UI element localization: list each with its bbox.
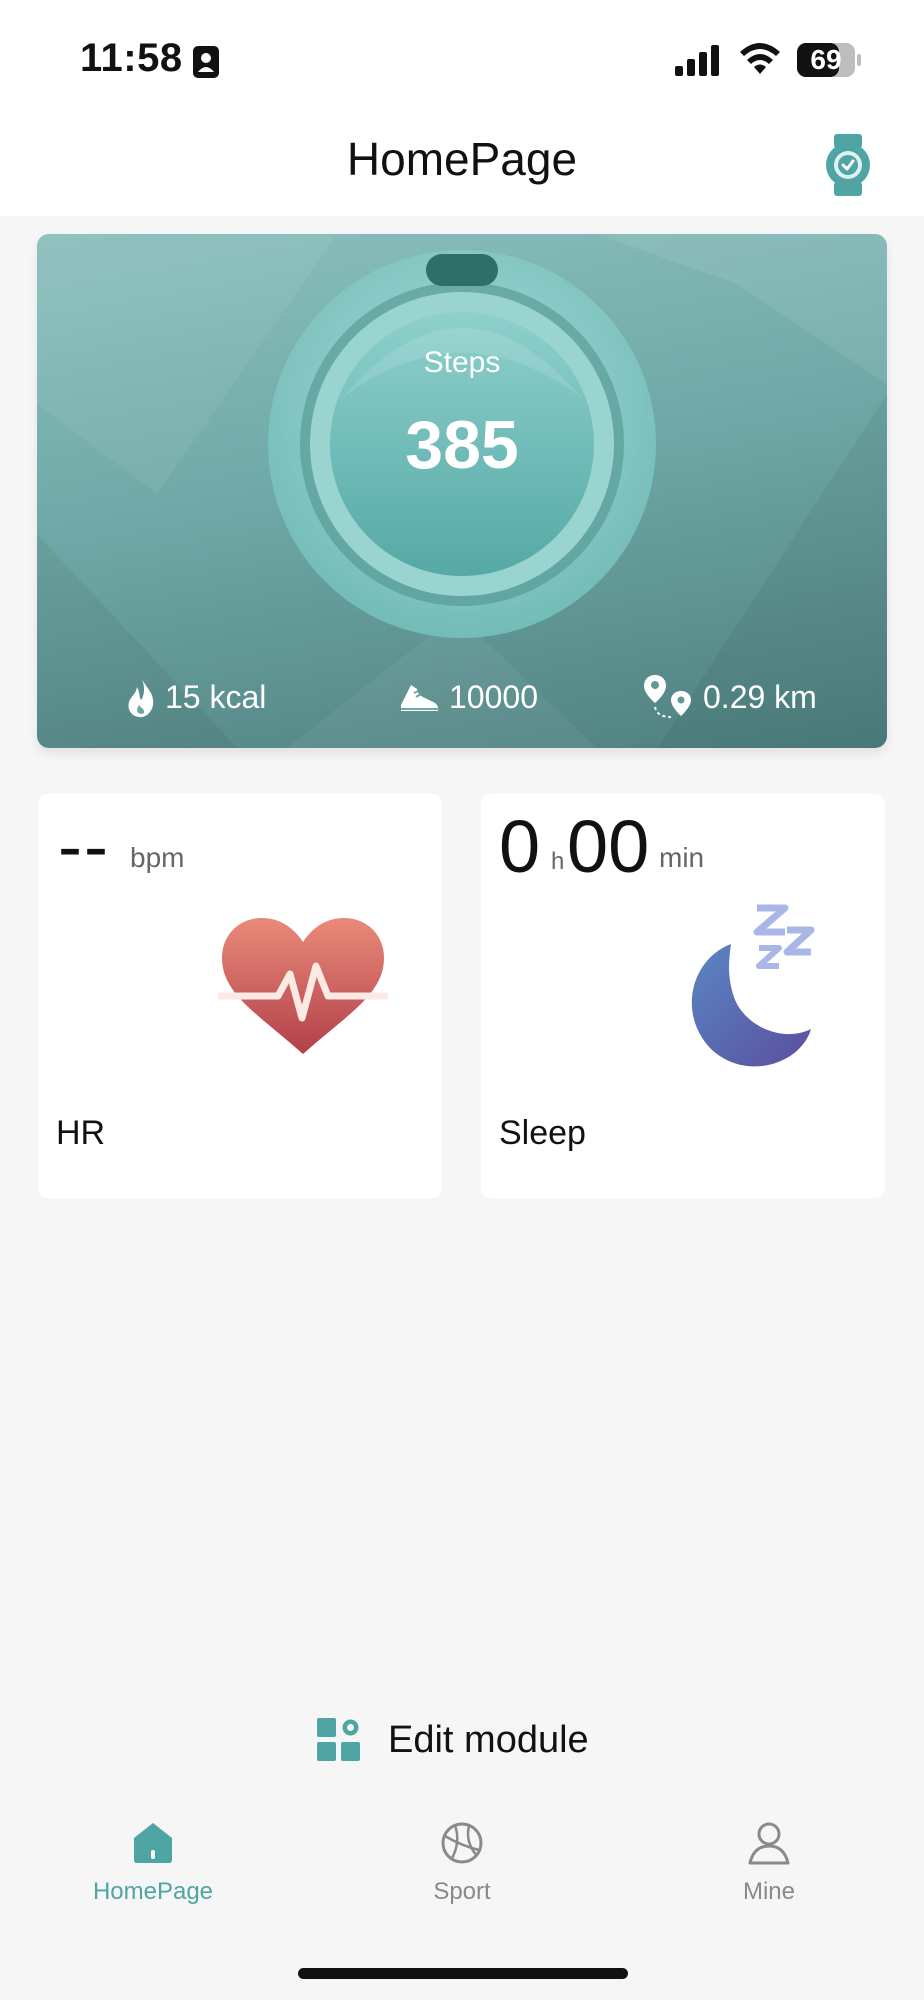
hr-value: -- — [58, 807, 110, 887]
calories-stat: 15 kcal — [125, 672, 266, 722]
distance-stat: 0.29 km — [643, 672, 817, 722]
tab-mine[interactable]: Mine — [679, 1820, 859, 1906]
sleep-tile[interactable]: 0 h 00 min Sleep — [481, 794, 885, 1198]
tab-homepage[interactable]: HomePage — [63, 1820, 243, 1906]
status-time: 11:58 — [80, 36, 183, 80]
hr-unit: bpm — [130, 842, 185, 873]
page-title: HomePage — [346, 133, 578, 185]
contact-card-icon — [193, 46, 219, 78]
shoe-icon — [401, 685, 439, 711]
tab-sport[interactable]: Sport — [372, 1820, 552, 1906]
home-indicator — [298, 1968, 628, 1979]
edit-module-button[interactable]: Edit module — [316, 1710, 589, 1770]
flame-icon — [128, 677, 154, 718]
sleep-hours: 0 — [499, 805, 541, 888]
steps-value: 385 — [405, 407, 519, 483]
sleep-minutes: 00 — [567, 805, 650, 888]
battery-level: 69 — [810, 44, 842, 75]
tab-sport-label: Sport — [433, 1878, 491, 1905]
distance-value: 0.29 km — [703, 678, 817, 715]
cellular-signal-icon — [675, 45, 719, 76]
step-goal-stat: 10000 — [397, 672, 538, 722]
grid-settings-icon — [317, 1718, 360, 1761]
user-icon — [748, 1822, 790, 1865]
moon-sleep-icon — [691, 904, 815, 1067]
calories-value: 15 kcal — [165, 678, 267, 715]
sleep-label: Sleep — [499, 1114, 586, 1152]
basketball-icon — [441, 1822, 483, 1864]
tab-mine-label: Mine — [742, 1878, 796, 1905]
status-bar: 11:58 69 — [0, 0, 924, 110]
tab-homepage-label: HomePage — [92, 1878, 214, 1905]
header: HomePage — [0, 110, 924, 216]
sleep-minutes-unit: min — [659, 842, 705, 873]
home-icon — [134, 1823, 172, 1863]
heart-rate-tile[interactable]: -- bpm HR — [38, 794, 442, 1198]
steps-card[interactable]: Steps 385 15 kcal 10000 0.29 km — [37, 234, 887, 748]
route-pin-icon — [644, 675, 691, 718]
edit-module-label: Edit module — [388, 1718, 589, 1761]
heart-rate-icon — [218, 918, 388, 1054]
hr-label: HR — [56, 1114, 106, 1152]
wifi-icon — [740, 43, 780, 74]
step-goal-value: 10000 — [449, 678, 538, 715]
watch-connected-icon[interactable] — [820, 132, 876, 198]
steps-label: Steps — [423, 346, 501, 379]
sleep-hours-unit: h — [551, 848, 565, 875]
